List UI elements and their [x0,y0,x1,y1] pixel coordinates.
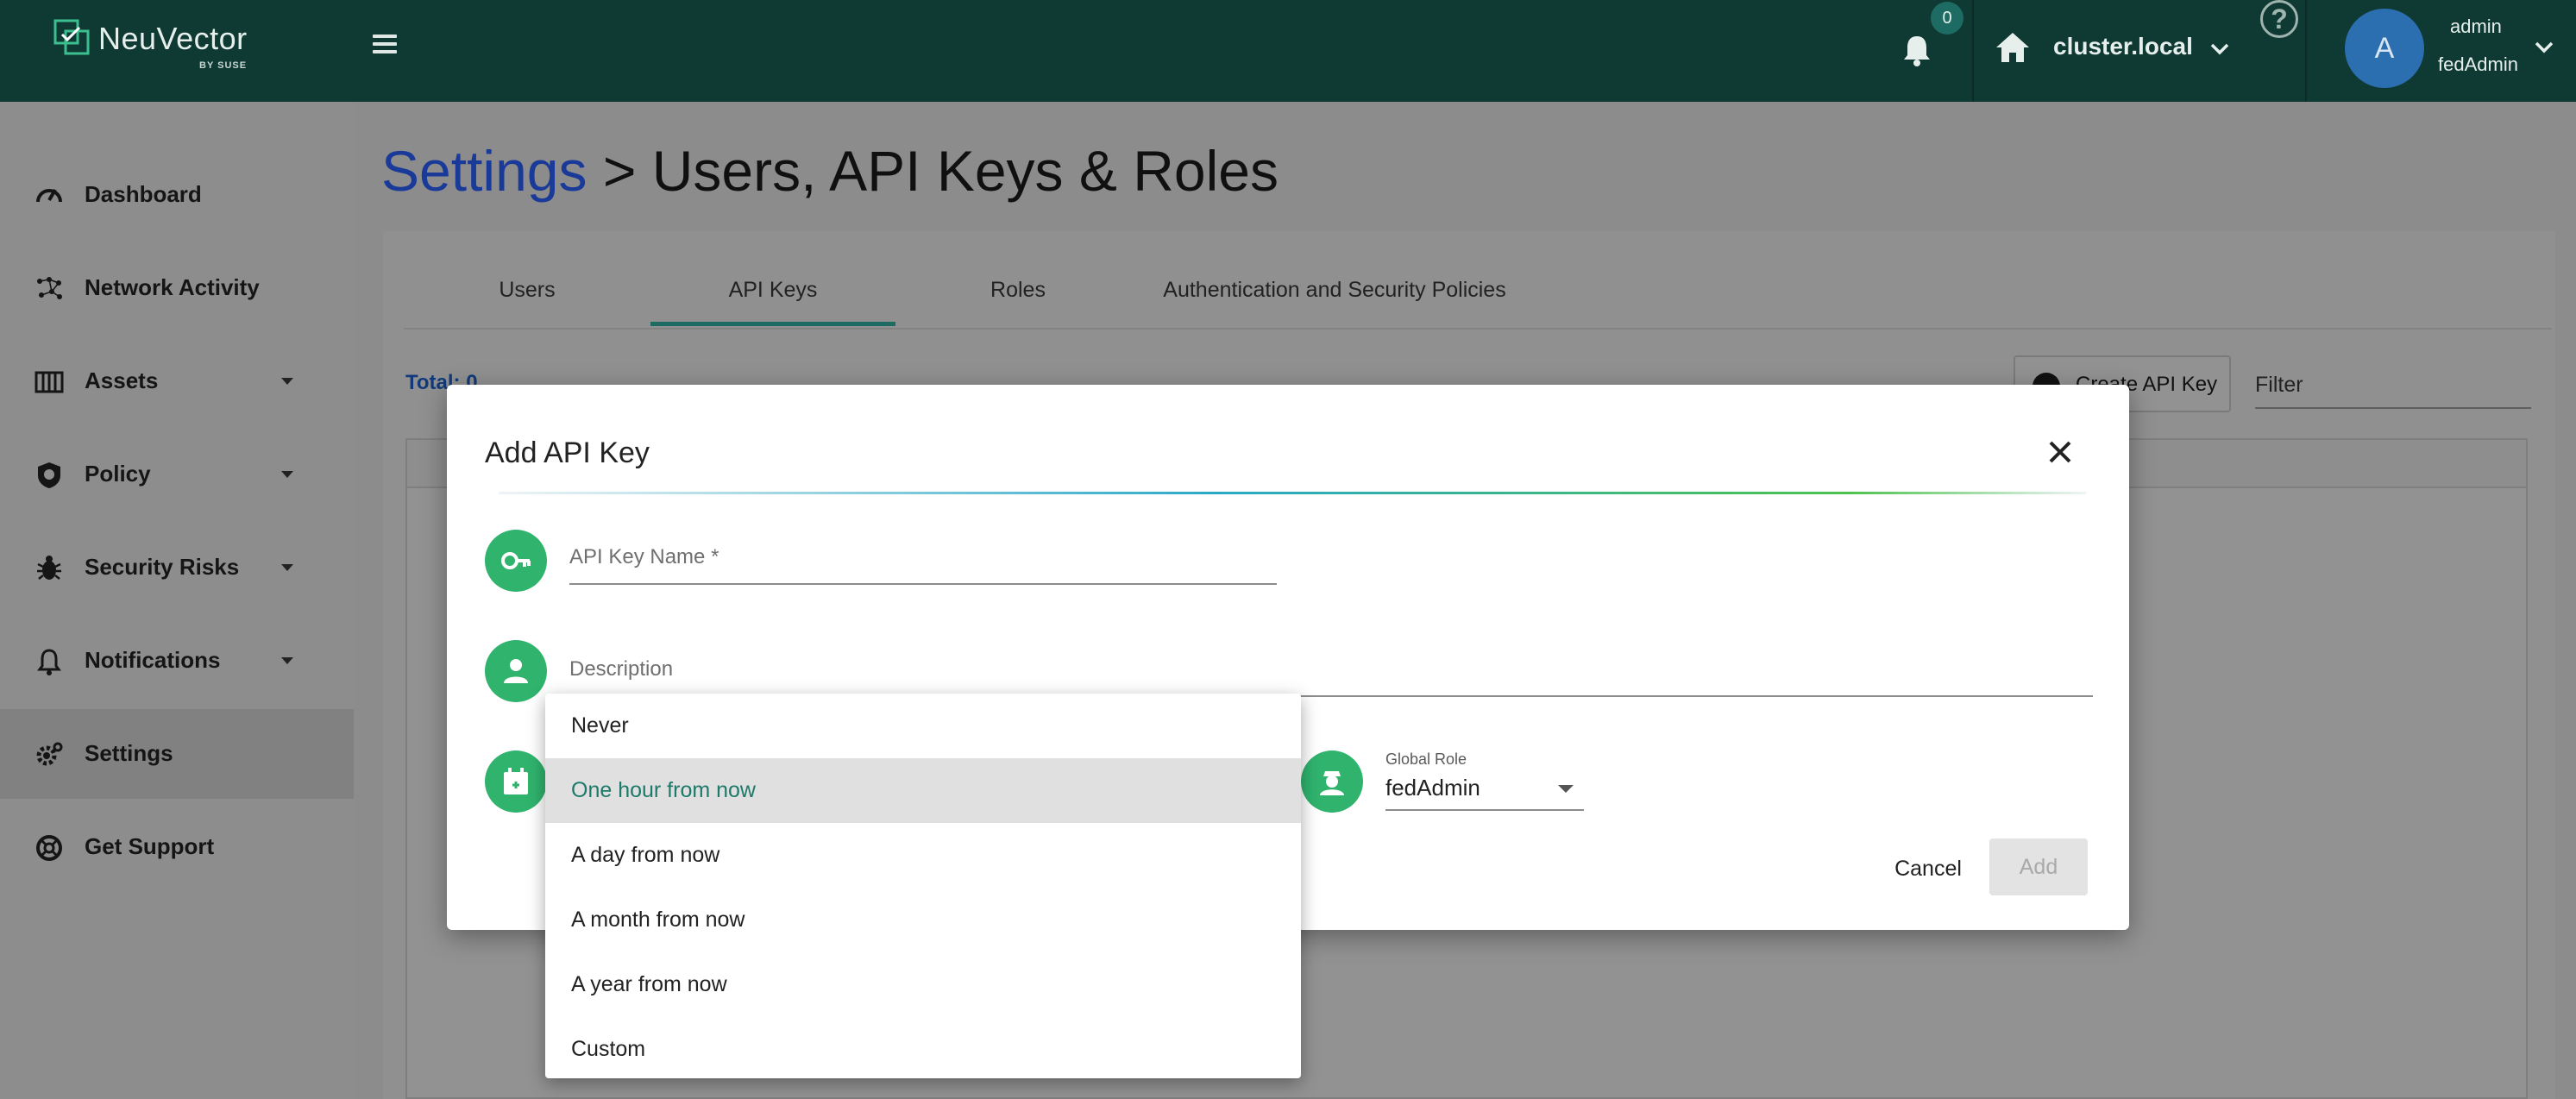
cluster-selector[interactable]: cluster.local [2053,33,2193,60]
global-role-value: fedAdmin [1385,775,1480,801]
brand-logo[interactable]: NeuVector BY SUSE [50,16,274,71]
sidebar-item-notifications[interactable]: Notifications [0,616,354,706]
api-key-name-field[interactable] [569,531,1277,585]
bug-icon [37,556,61,580]
sidebar-item-security-risks[interactable]: Security Risks [0,523,354,612]
api-key-name-input[interactable] [569,531,1277,569]
tab-roles[interactable]: Roles [895,278,1140,303]
top-bar: NeuVector BY SUSE 0 cluster.local ? A ad… [0,0,2576,102]
tab-authentication-security-policies[interactable]: Authentication and Security Policies [1140,278,1529,303]
filter-input[interactable]: Filter [2255,369,2531,409]
user-role: fedAdmin [2438,53,2518,75]
brand-name: NeuVector [98,21,248,56]
bell-icon [37,649,61,675]
cancel-button[interactable]: Cancel [1881,847,1976,890]
page-title: Settings > Users, API Keys & Roles [381,138,1279,204]
user-name: admin [2450,16,2502,37]
description-field[interactable] [569,644,2093,697]
sidebar-item-dashboard[interactable]: Dashboard [0,150,354,240]
sidebar-item-get-support[interactable]: Get Support [0,802,354,892]
expiry-option-one-day[interactable]: A day from now [545,823,1301,888]
brand-subtitle: BY SUSE [199,60,248,71]
caret-down-icon [281,471,293,478]
tab-users[interactable]: Users [404,278,650,303]
network-icon [37,277,62,299]
sidebar-item-label: Dashboard [85,181,202,207]
help-icon[interactable]: ? [2260,0,2298,38]
caret-down-icon [281,378,293,385]
person-icon [485,640,547,702]
expiry-option-never[interactable]: Never [545,694,1301,758]
topbar-divider [2305,0,2307,102]
dialog-title: Add API Key [485,436,650,469]
expiry-dropdown-menu: Never One hour from now A day from now A… [545,694,1301,1078]
sidebar-item-label: Network Activity [85,274,260,300]
title-divider [499,492,2086,494]
sidebar-item-settings[interactable]: Settings [0,709,354,799]
home-icon[interactable] [1995,31,2031,64]
breadcrumb-current: Users, API Keys & Roles [651,139,1279,203]
notifications-count-badge: 0 [1931,2,1963,35]
close-icon[interactable] [2045,436,2076,468]
policy-icon [38,462,60,488]
caret-down-icon [1558,785,1574,793]
breadcrumb-separator: > [602,139,637,203]
sidebar-item-label: Get Support [85,833,215,859]
description-input[interactable] [569,644,2093,681]
gear-icon [36,742,63,766]
caret-down-icon [281,564,293,571]
user-menu-chevron-icon[interactable] [2533,36,2555,59]
active-tab-indicator [650,322,895,326]
breadcrumb-settings[interactable]: Settings [381,139,587,203]
tab-bar: Users API Keys Roles Authentication and … [404,259,2552,330]
sidebar-item-network-activity[interactable]: Network Activity [0,243,354,333]
tab-api-keys[interactable]: API Keys [650,278,895,303]
sidebar-item-label: Assets [85,367,159,393]
support-icon [36,835,62,861]
tabs-divider [404,328,2552,330]
sidebar-item-policy[interactable]: Policy [0,430,354,519]
avatar[interactable]: A [2345,9,2424,88]
add-button[interactable]: Add [1989,838,2088,895]
notifications-bell-icon[interactable] [1901,33,1932,67]
global-role-label: Global Role [1385,750,1467,768]
neuvector-logo-icon [53,19,90,55]
sidebar-item-label: Notifications [85,647,221,673]
topbar-divider [1972,0,1974,102]
assets-icon [35,371,64,393]
calendar-icon [485,750,547,813]
sidebar-item-label: Settings [85,740,173,766]
sidebar-item-label: Security Risks [85,554,240,580]
expiry-option-one-month[interactable]: A month from now [545,888,1301,952]
chevron-down-icon[interactable] [2208,38,2231,60]
expiry-option-custom[interactable]: Custom [545,1017,1301,1082]
sidebar-item-assets[interactable]: Assets [0,336,354,426]
dashboard-icon [36,188,62,203]
expiry-option-one-year[interactable]: A year from now [545,952,1301,1017]
menu-toggle-icon[interactable] [373,35,397,55]
sidebar-item-label: Policy [85,461,151,487]
caret-down-icon [281,657,293,664]
key-icon [485,530,547,592]
expiry-option-one-hour[interactable]: One hour from now [545,758,1301,823]
global-role-select[interactable]: fedAdmin [1385,771,1584,811]
role-icon [1301,750,1363,813]
